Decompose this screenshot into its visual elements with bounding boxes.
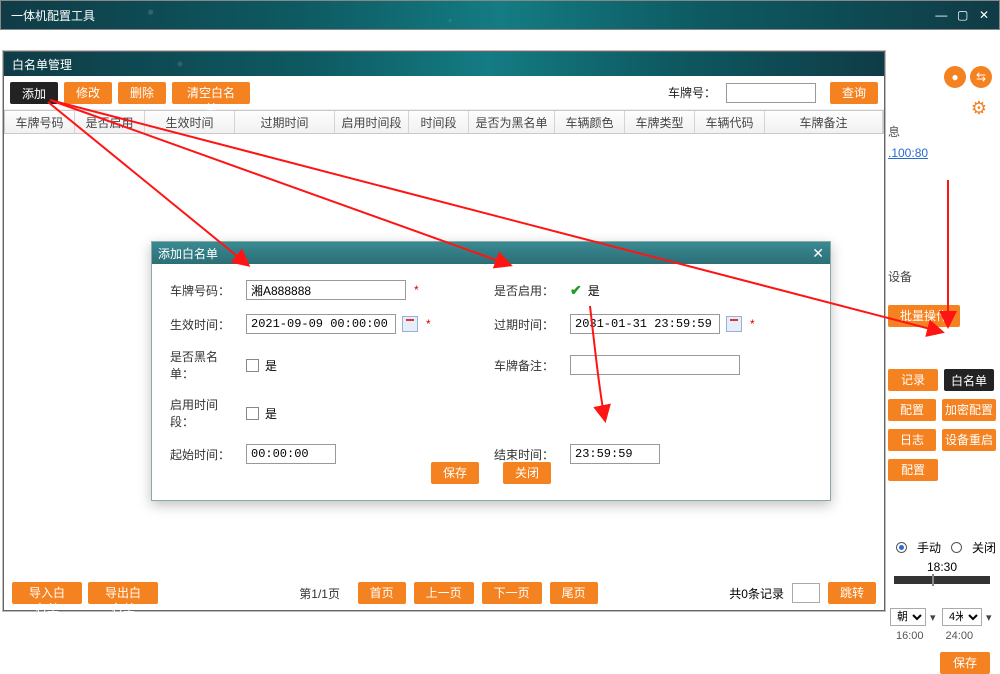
req-plate: *: [414, 283, 419, 297]
lbl-end: 结束时间：: [494, 446, 564, 463]
add-whitelist-dialog: 添加白名单 ✕ 车牌号码： * 是否启用： ✔ 是: [151, 241, 831, 501]
col-code: 车辆代码: [695, 111, 765, 133]
col-expire: 过期时间: [235, 111, 335, 133]
input-remark[interactable]: [570, 355, 740, 375]
lbl-period: 启用时间段：: [170, 396, 240, 430]
col-black: 是否为黑名单: [469, 111, 555, 133]
config2-button[interactable]: 配置: [888, 459, 938, 481]
edit-button[interactable]: 修改: [64, 82, 112, 104]
batch-op-button[interactable]: 批量操作: [888, 305, 960, 327]
sync-icon[interactable]: ⇆: [970, 66, 992, 88]
col-enabled: 是否启用: [75, 111, 145, 133]
input-expire[interactable]: [570, 314, 720, 334]
add-button[interactable]: 添加: [10, 82, 58, 104]
close-icon[interactable]: ✕: [975, 8, 993, 22]
encrypt-button[interactable]: 加密配置: [942, 399, 996, 421]
checkbox-icon: [246, 359, 259, 372]
col-type: 车牌类型: [625, 111, 695, 133]
col-color: 车辆颜色: [555, 111, 625, 133]
req-effective: *: [426, 317, 431, 331]
prev-page-button[interactable]: 上一页: [414, 582, 474, 604]
log-button[interactable]: 日志: [888, 429, 936, 451]
window-controls: — ▢ ✕: [932, 8, 993, 22]
record-button[interactable]: 记录: [888, 369, 938, 391]
chk-period[interactable]: 是: [246, 405, 277, 422]
lbl-effective: 生效时间：: [170, 316, 240, 333]
radio-close[interactable]: [951, 542, 962, 553]
side-info-label: 息: [888, 123, 996, 140]
lbl-plate: 车牌号码：: [170, 282, 240, 299]
delete-button[interactable]: 删除: [118, 82, 166, 104]
export-button[interactable]: 导出白名单: [88, 582, 158, 604]
time1: 16:00: [896, 630, 924, 642]
input-effective[interactable]: [246, 314, 396, 334]
lbl-expire: 过期时间：: [494, 316, 564, 333]
grid-header: 车牌号码 是否启用 生效时间 过期时间 启用时间段 时间段 是否为黑名单 车辆颜…: [4, 110, 884, 134]
camera-icon[interactable]: ●: [944, 66, 966, 88]
dialog-save-button[interactable]: 保存: [431, 462, 479, 484]
calendar-icon-expire[interactable]: [726, 316, 742, 332]
req-expire: *: [750, 317, 755, 331]
side-save-button[interactable]: 保存: [940, 652, 990, 674]
lbl-remark: 车牌备注：: [494, 357, 564, 374]
lbl-black: 是否黑名单：: [170, 348, 240, 382]
device-label: 设备: [888, 268, 996, 285]
input-end[interactable]: [570, 444, 660, 464]
app-titlebar: 一体机配置工具 — ▢ ✕: [0, 0, 1000, 30]
whitelist-button[interactable]: 白名单: [944, 369, 994, 391]
checkbox-icon: [246, 407, 259, 420]
minimize-icon[interactable]: —: [932, 8, 950, 22]
next-page-button[interactable]: 下一页: [482, 582, 542, 604]
dialog-close-button[interactable]: 关闭: [503, 462, 551, 484]
page-jump-input[interactable]: [792, 583, 820, 603]
calendar-icon-effective[interactable]: [402, 316, 418, 332]
col-range: 时间段: [409, 111, 469, 133]
col-plate: 车牌号码: [5, 111, 75, 133]
query-button[interactable]: 查询: [830, 82, 878, 104]
radio-manual[interactable]: [896, 542, 907, 553]
footer: 导入白名单 导出白名单 第1/1页 首页 上一页 下一页 尾页 共0条记录 跳转: [4, 582, 884, 604]
clear-button[interactable]: 清空白名单: [172, 82, 250, 104]
toolbar: 添加 修改 删除 清空白名单 车牌号： 查询: [4, 76, 884, 110]
col-remark: 车牌备注: [765, 111, 883, 133]
lbl-start: 起始时间：: [170, 446, 240, 463]
chk-enabled[interactable]: ✔ 是: [570, 282, 600, 299]
time2: 24:00: [946, 630, 974, 642]
time-value: 18:30: [888, 560, 996, 574]
last-page-button[interactable]: 尾页: [550, 582, 598, 604]
side-panel: ● ⇆ ⚙ 息 .100:80 设备 批量操作 记录 白名单 配置 加密配置 日…: [888, 53, 996, 626]
plate-filter-label: 车牌号：: [668, 84, 716, 101]
lbl-enabled: 是否启用：: [494, 282, 564, 299]
total-records: 共0条记录: [729, 585, 784, 602]
whitelist-title: 白名单管理: [12, 56, 72, 73]
page-info: 第1/1页: [290, 585, 350, 602]
maximize-icon[interactable]: ▢: [954, 8, 972, 22]
reboot-button[interactable]: 设备重启: [942, 429, 996, 451]
check-icon: ✔: [570, 284, 582, 296]
distance-select[interactable]: 4米: [942, 608, 982, 626]
config-button[interactable]: 配置: [888, 399, 936, 421]
col-effective: 生效时间: [145, 111, 235, 133]
dialog-title: 添加白名单: [158, 245, 218, 262]
device-ip-link[interactable]: .100:80: [888, 146, 996, 160]
input-plate[interactable]: [246, 280, 406, 300]
whitelist-titlebar: 白名单管理: [4, 52, 884, 76]
gear-icon[interactable]: ⚙: [968, 97, 990, 119]
radio-manual-label: 手动: [917, 539, 941, 556]
chk-black[interactable]: 是: [246, 357, 277, 374]
col-period: 启用时间段: [335, 111, 409, 133]
app-title: 一体机配置工具: [11, 7, 95, 24]
suffix-select[interactable]: 朝: [890, 608, 926, 626]
radio-close-label: 关闭: [972, 539, 996, 556]
input-start[interactable]: [246, 444, 336, 464]
plate-filter-input[interactable]: [726, 83, 816, 103]
first-page-button[interactable]: 首页: [358, 582, 406, 604]
import-button[interactable]: 导入白名单: [12, 582, 82, 604]
jump-button[interactable]: 跳转: [828, 582, 876, 604]
dialog-close-icon[interactable]: ✕: [812, 246, 824, 260]
dialog-title-bar: 添加白名单 ✕: [152, 242, 830, 264]
